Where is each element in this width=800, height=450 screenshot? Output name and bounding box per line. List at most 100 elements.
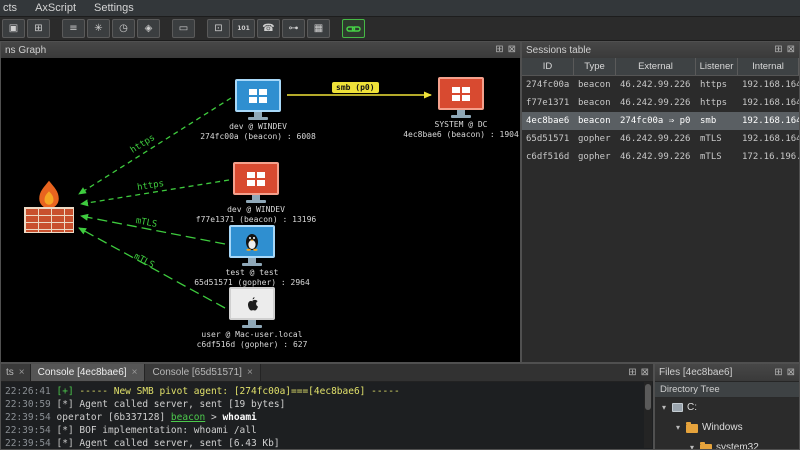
- tree-item-c-drive[interactable]: ▾ C:: [655, 397, 799, 417]
- beacon-link[interactable]: beacon: [171, 412, 205, 423]
- caret-down-icon[interactable]: ▾: [688, 443, 696, 450]
- cell-listener: https: [696, 98, 738, 108]
- windows-panes-icon[interactable]: ▣: [2, 19, 25, 38]
- graph-node-4ec8bae6[interactable]: SYSTEM @ DC 4ec8bae6 (beacon) : 1904: [401, 77, 520, 140]
- console-scrollbar[interactable]: [644, 382, 652, 448]
- phone-icon[interactable]: ☎: [257, 19, 280, 38]
- menu-item-axscript[interactable]: AxScript: [26, 2, 85, 14]
- binary-icon[interactable]: 101: [232, 19, 255, 38]
- cell-id: 274fc00a: [522, 80, 574, 90]
- menu-item-settings[interactable]: Settings: [85, 2, 143, 14]
- sessions-table-header: ID Type External Listener Internal: [522, 58, 799, 76]
- edge-label-mtls-1: mTLS: [135, 216, 158, 230]
- link-listener-icon[interactable]: [342, 19, 365, 38]
- session-row-c6df516d[interactable]: c6df516d gopher 46.242.99.226 mTLS 172.1…: [522, 148, 799, 166]
- graph-node-274fc00a[interactable]: dev @ WINDEV 274fc00a (beacon) : 6008: [198, 79, 318, 142]
- graph-node-65d51571[interactable]: test @ test 65d51571 (gopher) : 2964: [192, 225, 312, 288]
- cell-type: beacon: [574, 116, 616, 126]
- column-header-id[interactable]: ID: [522, 58, 574, 75]
- tree-item-system32[interactable]: ▾ system32: [655, 437, 799, 449]
- tab-clipped[interactable]: ts ×: [1, 364, 31, 381]
- popout-icon[interactable]: ⊞: [774, 368, 782, 378]
- tab-console-65d51571[interactable]: Console [65d51571] ×: [145, 364, 260, 381]
- sessions-table: ID Type External Listener Internal 274fc…: [522, 58, 799, 362]
- cell-listener: mTLS: [696, 152, 738, 162]
- sessions-graph-icon[interactable]: ✳: [87, 19, 110, 38]
- penguin-icon: [245, 232, 259, 251]
- close-icon[interactable]: ⊠: [787, 368, 795, 378]
- windows-host-icon: [233, 162, 279, 195]
- session-row-f77e1371[interactable]: f77e1371 beacon 46.242.99.226 https 192.…: [522, 94, 799, 112]
- tab-close-icon[interactable]: ×: [132, 367, 138, 378]
- column-header-type[interactable]: Type: [574, 58, 616, 75]
- windows-host-icon: [438, 77, 484, 110]
- cell-internal: 192.168.164.1: [738, 116, 799, 126]
- node-session-label: f77e1371 (beacon) : 13196: [196, 215, 316, 225]
- session-row-65d51571[interactable]: 65d51571 gopher 46.242.99.226 mTLS 192.1…: [522, 130, 799, 148]
- tab-close-icon[interactable]: ×: [19, 367, 25, 378]
- caret-down-icon[interactable]: ▾: [674, 423, 682, 432]
- cell-internal: 192.168.164.1: [738, 80, 799, 90]
- popout-icon[interactable]: ⊞: [495, 45, 503, 55]
- targets-icon[interactable]: ◈: [137, 19, 160, 38]
- popout-icon[interactable]: ⊞: [774, 45, 782, 55]
- column-header-listener[interactable]: Listener: [696, 58, 738, 75]
- script-console-icon[interactable]: ⊞: [27, 19, 50, 38]
- console-line: 22:39:54 [*] Agent called server, sent […: [5, 437, 649, 450]
- graph-node-c6df516d[interactable]: user @ Mac-user.local c6df516d (gopher) …: [192, 287, 312, 350]
- scrollbar-thumb[interactable]: [645, 384, 651, 410]
- sessions-table-icon[interactable]: ≡: [62, 19, 85, 38]
- keystrokes-icon[interactable]: ⊶: [282, 19, 305, 38]
- caret-down-icon[interactable]: ▾: [660, 403, 668, 412]
- edge-label-mtls-2: mTLS: [132, 252, 156, 271]
- cell-external: 46.242.99.226: [616, 134, 696, 144]
- tree-item-windows[interactable]: ▾ Windows: [655, 417, 799, 437]
- popout-icon[interactable]: ⊞: [628, 368, 636, 378]
- cell-id: 4ec8bae6: [522, 116, 574, 126]
- session-row-4ec8bae6[interactable]: 4ec8bae6 beacon 274fc00a ⇒ p0 smb 192.16…: [522, 112, 799, 130]
- remote-desktop-icon[interactable]: ⊡: [207, 19, 230, 38]
- edge-label-https-1: https: [129, 133, 157, 156]
- graph-node-f77e1371[interactable]: dev @ WINDEV f77e1371 (beacon) : 13196: [196, 162, 316, 225]
- menu-item-cts[interactable]: cts: [0, 2, 26, 14]
- cell-type: beacon: [574, 98, 616, 108]
- timer-icon[interactable]: ◷: [112, 19, 135, 38]
- close-icon[interactable]: ⊠: [641, 368, 649, 378]
- cell-type: beacon: [574, 80, 616, 90]
- close-icon[interactable]: ⊠: [508, 45, 516, 55]
- cell-type: gopher: [574, 134, 616, 144]
- windows-host-icon: [235, 79, 281, 112]
- close-icon[interactable]: ⊠: [787, 45, 795, 55]
- windows-logo-icon: [247, 172, 265, 186]
- console-output[interactable]: 22:26:41 [+] ----- New SMB pivot agent: …: [1, 382, 653, 450]
- screenshot-icon[interactable]: ▭: [172, 19, 195, 38]
- tree-item-label: Windows: [702, 422, 743, 433]
- cell-external: 46.242.99.226: [616, 98, 696, 108]
- session-row-274fc00a[interactable]: 274fc00a beacon 46.242.99.226 https 192.…: [522, 76, 799, 94]
- node-host-label: SYSTEM @ DC: [435, 120, 488, 130]
- cell-listener: mTLS: [696, 134, 738, 144]
- column-header-external[interactable]: External: [616, 58, 696, 75]
- edge-label-https-2: https: [137, 179, 165, 193]
- tab-close-icon[interactable]: ×: [247, 367, 253, 378]
- console-line: 22:26:41 [+] ----- New SMB pivot agent: …: [5, 385, 649, 398]
- brick-wall-icon: [24, 207, 74, 233]
- cell-internal: 192.168.164.1: [738, 134, 799, 144]
- files-panel: Files [4ec8bae6] ⊞ ⊠ Directory Tree ▾ C:…: [654, 363, 800, 450]
- tree-item-label: C:: [687, 402, 697, 413]
- tab-console-4ec8bae6[interactable]: Console [4ec8bae6] ×: [31, 364, 146, 381]
- firewall-icon: [23, 180, 75, 233]
- cell-external: 274fc00a ⇒ p0: [616, 116, 696, 126]
- column-header-internal[interactable]: Internal: [738, 58, 799, 75]
- node-host-label: dev @ WINDEV: [227, 205, 285, 215]
- apple-icon: [246, 296, 259, 312]
- windows-logo-icon: [452, 87, 470, 101]
- cell-internal: 172.16.196.1: [738, 152, 799, 162]
- toolbar: ▣ ⊞ ≡ ✳ ◷ ◈ ▭ ⊡ 101 ☎ ⊶ ▦: [0, 17, 800, 41]
- sessions-graph-canvas[interactable]: https https mTLS mTLS dev @ WINDEV 2: [1, 58, 520, 362]
- windows-logo-icon: [249, 89, 267, 103]
- downloads-icon[interactable]: ▦: [307, 19, 330, 38]
- cell-external: 46.242.99.226: [616, 152, 696, 162]
- tree-item-label: system32: [716, 442, 759, 450]
- directory-tree-header: Directory Tree: [655, 382, 799, 398]
